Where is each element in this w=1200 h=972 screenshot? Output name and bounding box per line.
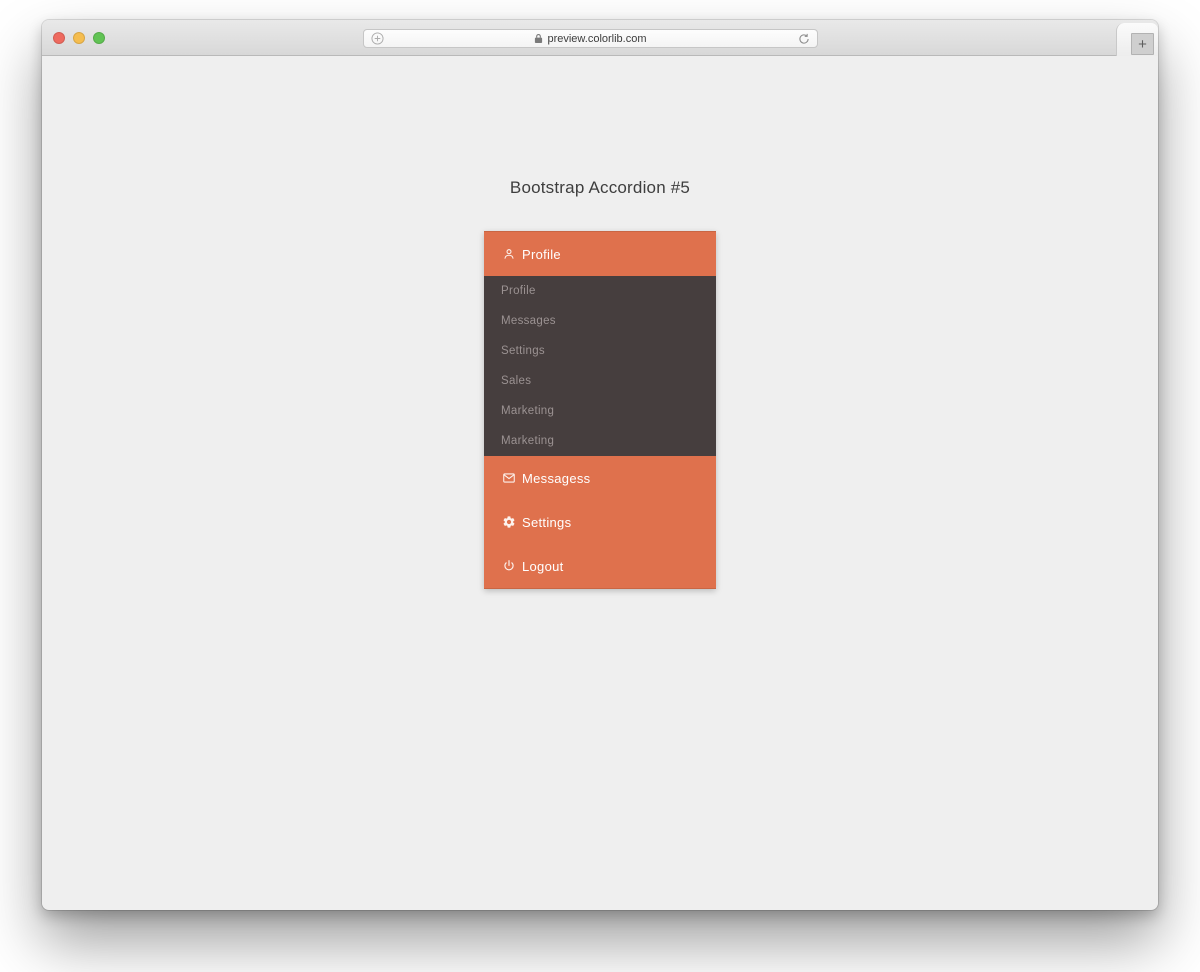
- accordion-subitem-sales[interactable]: Sales: [484, 366, 716, 396]
- reader-icon[interactable]: [369, 32, 385, 45]
- accordion-subitem-settings[interactable]: Settings: [484, 336, 716, 366]
- accordion: Profile Profile Messages Settings Sales …: [484, 231, 716, 589]
- accordion-subitem-profile[interactable]: Profile: [484, 276, 716, 306]
- accordion-header-profile[interactable]: Profile: [484, 232, 716, 276]
- accordion-header-label: Messagess: [522, 471, 590, 486]
- page-title: Bootstrap Accordion #5: [42, 56, 1158, 198]
- reload-icon[interactable]: [796, 33, 812, 45]
- address-bar[interactable]: preview.colorlib.com: [363, 29, 818, 48]
- close-button[interactable]: [53, 32, 65, 44]
- accordion-header-label: Profile: [522, 247, 561, 262]
- accordion-header-messagess[interactable]: Messagess: [484, 456, 716, 500]
- lock-icon: [534, 33, 543, 44]
- browser-content: Bootstrap Accordion #5 Profile Profile M…: [42, 56, 1158, 909]
- browser-titlebar: preview.colorlib.com +: [42, 20, 1158, 56]
- power-icon: [502, 559, 516, 573]
- accordion-subitem-messages[interactable]: Messages: [484, 306, 716, 336]
- accordion-header-logout[interactable]: Logout: [484, 544, 716, 588]
- browser-window: preview.colorlib.com + Bootstrap Accordi…: [42, 20, 1158, 910]
- gear-icon: [502, 515, 516, 529]
- new-tab-button[interactable]: +: [1131, 33, 1154, 55]
- accordion-header-label: Settings: [522, 515, 571, 530]
- accordion-subitem-marketing[interactable]: Marketing: [484, 426, 716, 456]
- zoom-button[interactable]: [93, 32, 105, 44]
- minimize-button[interactable]: [73, 32, 85, 44]
- accordion-header-settings[interactable]: Settings: [484, 500, 716, 544]
- person-icon: [502, 247, 516, 261]
- url-text: preview.colorlib.com: [547, 33, 646, 45]
- accordion-panel-profile: Profile Messages Settings Sales Marketin…: [484, 276, 716, 456]
- traffic-lights: [53, 20, 105, 56]
- mail-icon: [502, 471, 516, 485]
- accordion-subitem-marketing[interactable]: Marketing: [484, 396, 716, 426]
- accordion-header-label: Logout: [522, 559, 564, 574]
